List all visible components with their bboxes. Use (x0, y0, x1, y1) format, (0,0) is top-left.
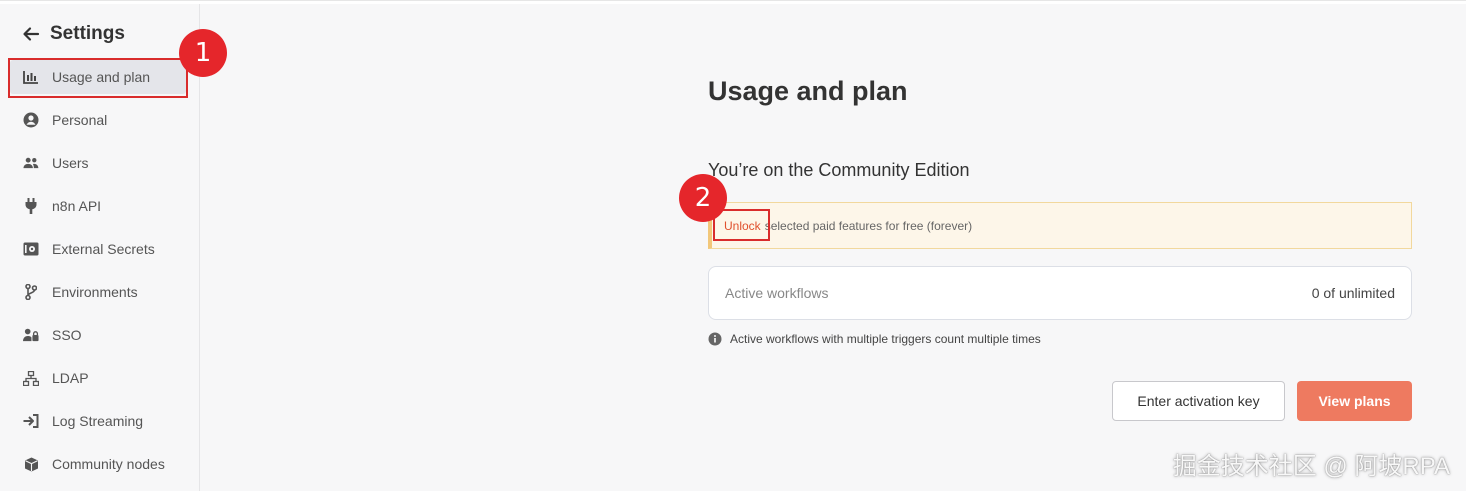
sidebar-item-ldap[interactable]: LDAP (10, 361, 186, 395)
active-workflows-value: 0 of unlimited (1311, 285, 1395, 301)
step-badge-2: 2 (679, 174, 727, 222)
highlight-box-unlock (713, 209, 770, 241)
users-icon (23, 155, 39, 171)
sidebar-item-external-secrets[interactable]: External Secrets (10, 232, 186, 266)
sidebar-item-label: External Secrets (52, 241, 155, 257)
network-icon (23, 370, 39, 386)
user-circle-icon (23, 112, 39, 128)
plug-icon (23, 198, 39, 214)
sidebar-item-label: LDAP (52, 370, 89, 386)
sign-in-icon (23, 413, 39, 429)
unlock-callout: Unlock selected paid features for free (… (708, 202, 1412, 249)
active-workflows-card: Active workflows 0 of unlimited (708, 266, 1412, 320)
watermark: 掘金技术社区 @ 阿坡RPA (1172, 453, 1450, 480)
callout-text: selected paid features for free (forever… (764, 218, 973, 233)
sidebar-item-log-streaming[interactable]: Log Streaming (10, 404, 186, 438)
view-plans-button[interactable]: View plans (1297, 381, 1412, 421)
enter-activation-key-button[interactable]: Enter activation key (1112, 381, 1285, 421)
sidebar-item-users[interactable]: Users (10, 146, 186, 180)
sidebar-item-label: n8n API (52, 198, 102, 214)
settings-back-header[interactable]: Settings (22, 22, 125, 46)
sidebar-item-sso[interactable]: SSO (10, 318, 186, 352)
cube-icon (23, 456, 39, 472)
info-note: Active workflows with multiple triggers … (708, 332, 1041, 346)
arrow-left-icon[interactable] (22, 25, 40, 43)
highlight-box-usage (8, 58, 188, 98)
info-text: Active workflows with multiple triggers … (730, 332, 1041, 346)
sidebar-item-label: Personal (52, 112, 108, 128)
user-lock-icon (23, 327, 39, 343)
sidebar-item-environments[interactable]: Environments (10, 275, 186, 309)
vault-icon (23, 241, 39, 257)
info-circle-icon (708, 332, 722, 346)
step-badge-1: 1 (179, 29, 227, 77)
sidebar-item-personal[interactable]: Personal (10, 103, 186, 137)
sidebar-item-n8n-api[interactable]: n8n API (10, 189, 186, 223)
sidebar-item-label: SSO (52, 327, 82, 343)
top-border (0, 0, 1466, 4)
code-branch-icon (23, 284, 39, 300)
sidebar-item-label: Users (52, 155, 89, 171)
sidebar-item-community-nodes[interactable]: Community nodes (10, 447, 186, 481)
sidebar-item-label: Environments (52, 284, 138, 300)
page-title: Usage and plan (708, 76, 908, 106)
sidebar-item-label: Log Streaming (52, 413, 144, 429)
sidebar-title: Settings (50, 23, 125, 44)
edition-text: You’re on the Community Edition (708, 160, 970, 180)
sidebar-item-label: Community nodes (52, 456, 165, 472)
active-workflows-label: Active workflows (725, 285, 829, 301)
